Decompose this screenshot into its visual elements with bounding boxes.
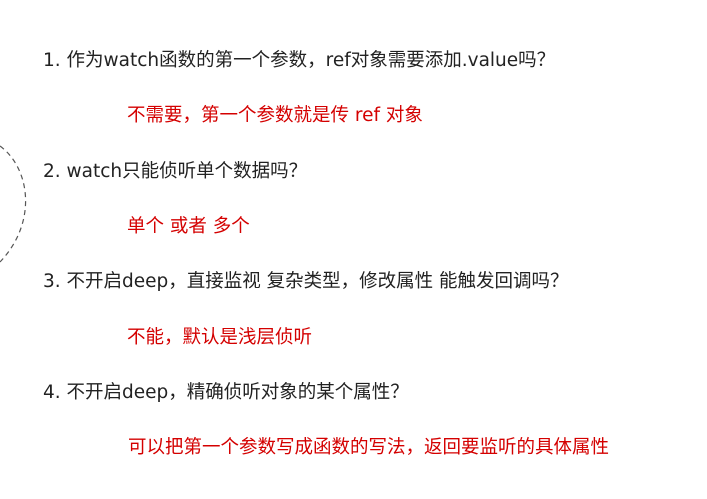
answer-3: 不能，默认是浅层侦听	[127, 327, 313, 348]
question-2: 2. watch只能侦听单个数据吗？	[43, 161, 308, 182]
question-3: 3. 不开启deep，直接监视 复杂类型，修改属性 能触发回调吗？	[43, 271, 569, 292]
answer-4: 可以把第一个参数写成函数的写法，返回要监听的具体属性	[128, 437, 610, 458]
answer-2: 单个 或者 多个	[127, 216, 250, 237]
dashed-arc-decoration	[0, 145, 27, 263]
answer-1: 不需要，第一个参数就是传 ref 对象	[127, 105, 423, 126]
question-4: 4. 不开启deep，精确侦听对象的某个属性？	[43, 382, 409, 403]
question-1: 1. 作为watch函数的第一个参数，ref对象需要添加.value吗？	[43, 50, 556, 71]
